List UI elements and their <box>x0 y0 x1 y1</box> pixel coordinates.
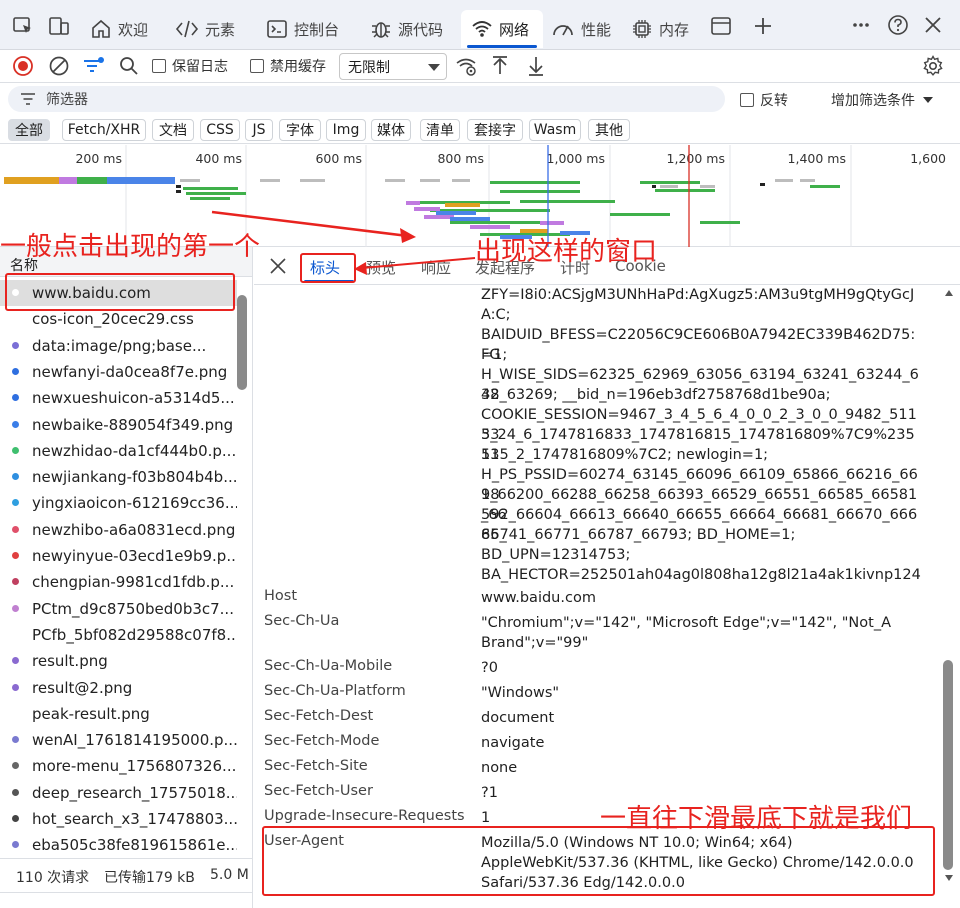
annotation-first-item: 一般点击出现的第一个 <box>0 232 261 262</box>
annotation-scroll-bottom: 一直往下滑最底下就是我们 <box>600 804 913 834</box>
annotation-window: 出现这样的窗口 <box>475 237 658 267</box>
annotation-arrows <box>211 210 476 275</box>
